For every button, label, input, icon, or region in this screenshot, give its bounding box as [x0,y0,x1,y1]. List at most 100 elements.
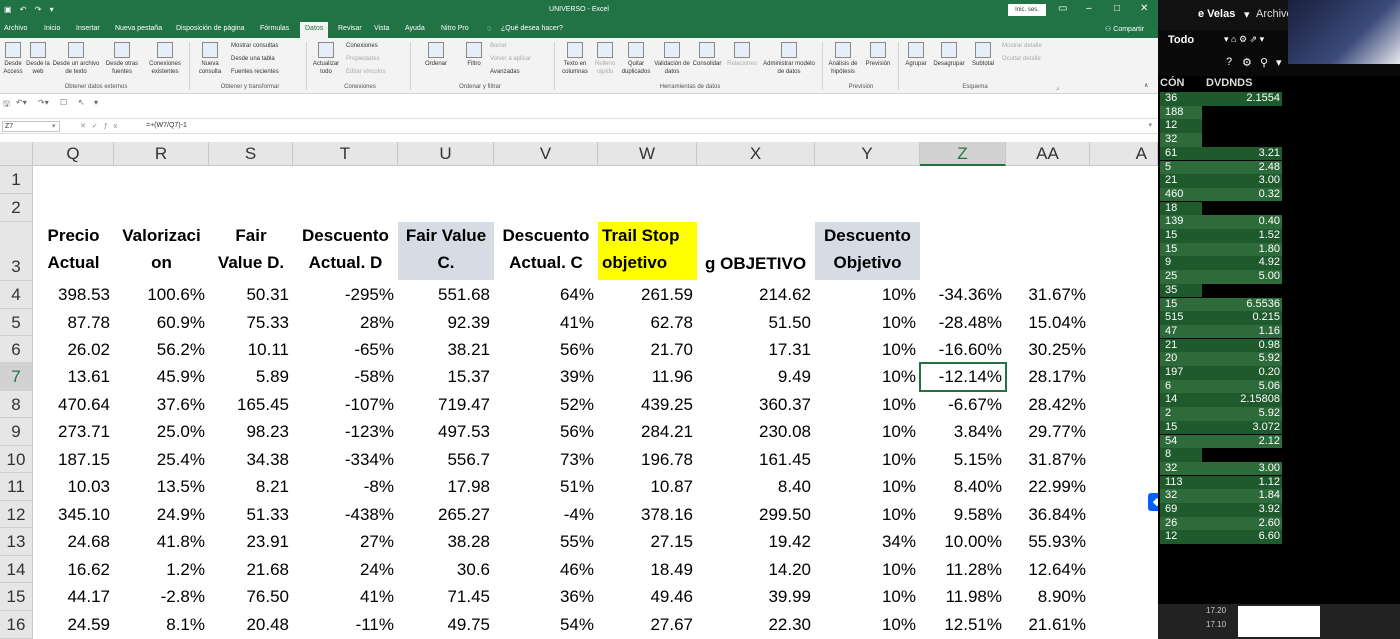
cell-u-12[interactable]: 265.27 [398,501,490,528]
cell-u-5[interactable]: 92.39 [398,309,490,336]
row-header-6[interactable]: 6 [0,336,33,363]
dropdown-icon[interactable]: ▾ [1276,56,1282,69]
panel-row[interactable]: 113 1.12 [1160,475,1398,490]
panel-row[interactable]: 460 0.32 [1160,187,1398,202]
row-header-16[interactable]: 16 [0,611,33,639]
header-q[interactable]: Precio Actual [33,222,114,280]
cell-q-6[interactable]: 26.02 [33,336,110,363]
cell-q-4[interactable]: 398.53 [33,281,110,309]
redo-icon[interactable]: ↷▾ [38,98,49,107]
col-header-r[interactable]: R [114,142,209,166]
cell-u-6[interactable]: 38.21 [398,336,490,363]
cell-aa-13[interactable]: 55.93% [1006,528,1086,556]
header-s[interactable]: Fair Value D. [209,222,293,280]
cell-v-15[interactable]: 36% [494,583,594,611]
cell-r-8[interactable]: 37.6% [114,391,205,418]
panel-row[interactable]: 197 0.20 [1160,366,1398,380]
cell-aa-7[interactable]: 28.17% [1006,363,1086,391]
cell-v-10[interactable]: 73% [494,446,594,473]
col-header-x[interactable]: X [697,142,815,166]
panel-row[interactable]: 15 1.80 [1160,242,1398,257]
hide-detail-button[interactable]: Ocultar detalle [1002,56,1041,62]
cell-r-10[interactable]: 25.4% [114,446,205,473]
cell-r-14[interactable]: 1.2% [114,556,205,583]
cell-u-13[interactable]: 38.28 [398,528,490,556]
filter-button[interactable]: Filtro [462,42,486,68]
cell-t-16[interactable]: -11% [293,611,394,639]
col-header-ab[interactable]: A [1090,142,1158,166]
cell-z-9[interactable]: 3.84% [920,418,1002,446]
cell-z-13[interactable]: 10.00% [920,528,1002,556]
cell-x-8[interactable]: 360.37 [697,391,811,418]
gear-icon[interactable]: ⚙ [1242,56,1252,69]
cell-aa-4[interactable]: 31.67% [1006,281,1086,309]
panel-filter[interactable]: Todo [1168,34,1194,46]
cell-x-4[interactable]: 214.62 [697,281,811,309]
panel-row[interactable]: 21 3.00 [1160,174,1398,188]
cell-w-4[interactable]: 261.59 [598,281,693,309]
panel-row[interactable]: 15 6.5536 [1160,297,1398,311]
panel-row[interactable]: 515 0.215 [1160,311,1398,325]
cell-r-12[interactable]: 24.9% [114,501,205,528]
cell-s-5[interactable]: 75.33 [209,309,289,336]
minimize-icon[interactable]: – [1086,3,1092,14]
show-queries-button[interactable]: Mostrar consultas [231,43,278,49]
cell-r-9[interactable]: 25.0% [114,418,205,446]
header-r[interactable]: Valorizaci on [114,222,209,280]
consolidate-button[interactable]: Consolidar [690,42,724,68]
cell-r-11[interactable]: 13.5% [114,473,205,501]
cell-q-15[interactable]: 44.17 [33,583,110,611]
properties-button[interactable]: Propiedades [346,56,380,62]
col-header-v[interactable]: V [494,142,598,166]
tab-nitro[interactable]: Nitro Pro [441,25,469,32]
select-all-corner[interactable] [0,142,33,166]
cell-x-16[interactable]: 22.30 [697,611,811,639]
what-if-button[interactable]: Análisis de hipótesis [826,42,860,76]
undo-icon[interactable]: ↶▾ [16,98,27,107]
row-header-8[interactable]: 8 [0,391,33,418]
row-header-13[interactable]: 13 [0,528,33,556]
cell-y-9[interactable]: 10% [815,418,916,446]
panel-row[interactable]: 35 [1160,283,1398,298]
panel-row[interactable]: 25 5.00 [1160,270,1398,284]
clear-button[interactable]: Borrar [490,43,507,49]
panel-row[interactable]: 15 3.072 [1160,420,1398,435]
edit-links-button[interactable]: Editar vínculos [346,69,385,75]
header-u[interactable]: Fair Value C. [398,222,494,280]
col-header-t[interactable]: T [293,142,398,166]
panel-filter-icons[interactable]: ▾ ⌂ ⚙ ⇗ ▾ [1224,34,1264,45]
close-icon[interactable]: ✕ [1140,3,1148,14]
cell-s-12[interactable]: 51.33 [209,501,289,528]
cell-v-8[interactable]: 52% [494,391,594,418]
col-header-z[interactable]: Z [920,142,1006,166]
cell-u-11[interactable]: 17.98 [398,473,490,501]
cell-x-15[interactable]: 39.99 [697,583,811,611]
row-header-1[interactable]: 1 [0,166,33,194]
cell-t-9[interactable]: -123% [293,418,394,446]
advanced-button[interactable]: Avanzadas [490,69,520,75]
row-header-9[interactable]: 9 [0,418,33,446]
row-header-10[interactable]: 10 [0,446,33,473]
tab-revisar[interactable]: Revisar [338,25,362,32]
share-button[interactable]: ⚇ Compartir [1105,25,1144,33]
signin-button[interactable]: Inic. ses. [1008,4,1046,16]
sort-button[interactable]: Ordenar [414,42,458,68]
cell-w-13[interactable]: 27.15 [598,528,693,556]
cell-s-7[interactable]: 5.89 [209,363,289,391]
tab-nueva-pestana[interactable]: Nueva pestaña [115,25,162,32]
text-to-columns-button[interactable]: Texto en columnas [558,42,592,76]
col-header-y[interactable]: Y [815,142,920,166]
cell-t-6[interactable]: -65% [293,336,394,363]
panel-row[interactable]: 32 [1160,133,1398,147]
cell-q-8[interactable]: 470.64 [33,391,110,418]
cell-u-9[interactable]: 497.53 [398,418,490,446]
pointer-icon[interactable]: ↖ [78,98,85,107]
tell-me-search[interactable]: ¿Qué desea hacer? [501,25,563,32]
row-header-12[interactable]: 12 [0,501,33,528]
refresh-all-button[interactable]: Actualizar todo [310,42,342,76]
new-query-button[interactable]: Nueva consulta [193,42,227,76]
cell-s-10[interactable]: 34.38 [209,446,289,473]
cell-z-10[interactable]: 5.15% [920,446,1002,473]
cell-w-5[interactable]: 62.78 [598,309,693,336]
cell-z-8[interactable]: -6.67% [920,391,1002,418]
